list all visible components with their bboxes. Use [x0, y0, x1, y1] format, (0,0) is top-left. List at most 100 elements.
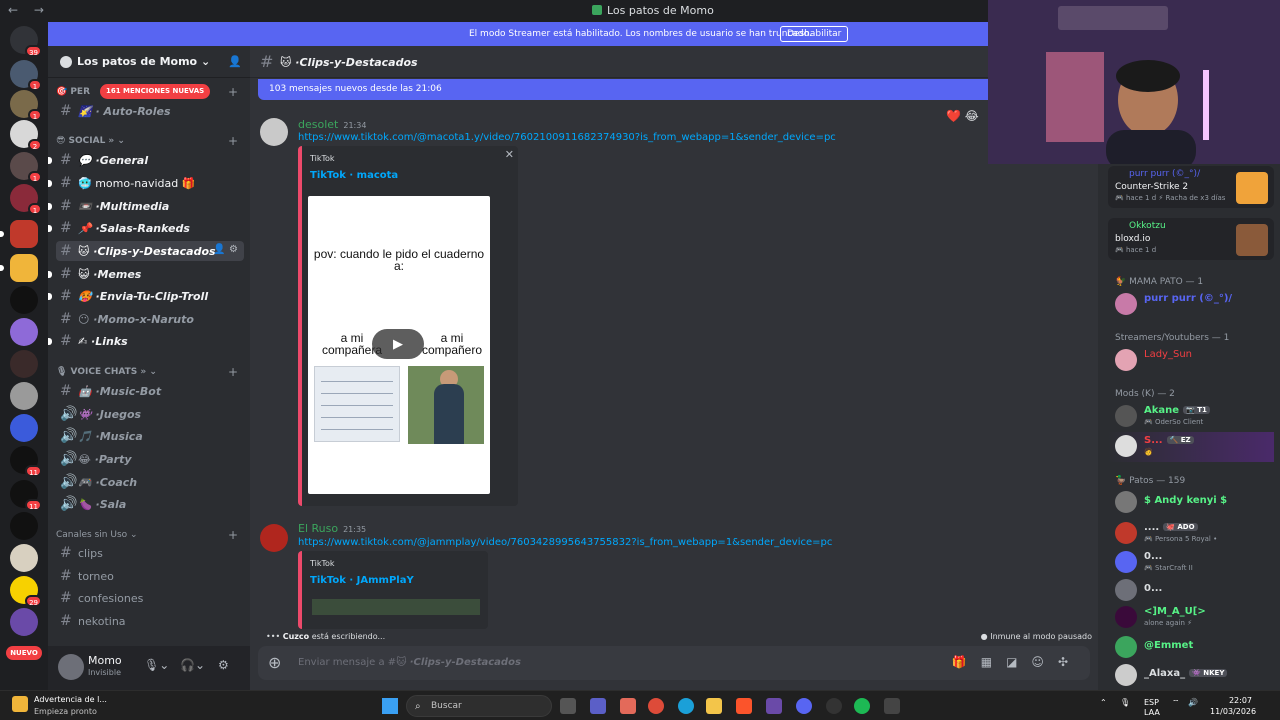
voice-channel-item[interactable]: 🔊 😂 ·Party [56, 449, 244, 469]
member-item[interactable]: purr purr (©_°)/ [1108, 290, 1274, 320]
member-item[interactable]: <]M_A_U[> alone again ⚡ [1108, 603, 1274, 633]
windows-start-icon[interactable] [382, 698, 398, 714]
headphones-icon[interactable]: 🎧⌄ [180, 658, 205, 672]
wifi-icon[interactable]: ⌔ [1172, 698, 1180, 708]
category-social[interactable]: 😎 SOCIAL » ⌄ + [56, 134, 238, 148]
copilot-icon[interactable] [620, 698, 636, 714]
activity-card[interactable]: Okkotzu bloxd.io 🎮 hace 1 d [1108, 218, 1274, 260]
spotify-icon[interactable] [854, 698, 870, 714]
channel-item[interactable]: # 🌠 · Auto-Roles [56, 101, 244, 121]
add-channel-icon[interactable]: + [228, 528, 238, 542]
app-icon[interactable] [766, 698, 782, 714]
avatar[interactable] [260, 524, 288, 552]
server-icon[interactable] [10, 544, 38, 572]
message-link[interactable]: https://www.tiktok.com/@jammplay/video/7… [298, 537, 832, 548]
server-icon[interactable]: 1 [10, 60, 42, 91]
server-icon[interactable]: 1 [10, 152, 42, 183]
server-icon[interactable]: 29 [10, 576, 42, 607]
composer-tools[interactable]: 🎁▦◪☺✣ [952, 655, 1082, 669]
clock[interactable]: 22:07 11/03/2026 [1210, 695, 1256, 717]
voice-channel-item[interactable]: 🔊 🎮 ·Coach [56, 472, 244, 492]
category-unused[interactable]: Canales sin Uso ⌄ + [56, 528, 238, 542]
edge-icon[interactable] [678, 698, 694, 714]
folder-icon[interactable] [706, 698, 722, 714]
voice-channel-item[interactable]: 🔊 👾 ·Juegos [56, 404, 244, 424]
microphone-icon[interactable]: 🎙⌄ [144, 658, 169, 672]
member-item[interactable]: Akane 📷 T1 🎮 OderSo Client [1108, 402, 1274, 432]
server-icon[interactable] [0, 254, 38, 282]
embed-thumbnail[interactable] [312, 599, 480, 615]
tray-chevron-icon[interactable]: ⌃ [1100, 698, 1107, 707]
server-icon[interactable] [10, 350, 38, 378]
add-channel-icon[interactable]: + [228, 85, 238, 99]
brave-icon[interactable] [736, 698, 752, 714]
author-name[interactable]: desolet [298, 118, 338, 131]
author-name[interactable]: El Ruso [298, 522, 338, 535]
category-perfil[interactable]: 🎯 PER + [56, 85, 238, 99]
channel-item[interactable]: # 💬 ·General [48, 150, 244, 170]
member-item[interactable]: 0... [1108, 576, 1274, 606]
server-icon[interactable]: 1 [10, 184, 42, 215]
message-author[interactable]: El Ruso 21:35 [298, 522, 366, 535]
channel-item[interactable]: # ✍ ·Links [48, 331, 244, 351]
server-icon[interactable] [10, 608, 38, 636]
upload-icon[interactable]: ⊕ [268, 653, 281, 672]
chrome-icon[interactable] [648, 698, 664, 714]
channel-item[interactable]: # torneo [56, 566, 244, 586]
username[interactable]: Momo [88, 654, 122, 667]
reactions[interactable]: ❤️ 😂 [946, 109, 979, 123]
server-icon[interactable] [10, 382, 38, 410]
new-badge[interactable]: NUEVO [6, 646, 42, 660]
category-voice[interactable]: 🎙 VOICE CHATS » ⌄ + [56, 365, 238, 379]
calculator-icon[interactable] [884, 698, 900, 714]
message-link[interactable]: https://www.tiktok.com/@macota1.y/video/… [298, 132, 836, 143]
member-item[interactable]: @Emmet [1108, 633, 1274, 663]
member-item[interactable]: Lady_Sun [1108, 346, 1274, 376]
embed-video[interactable]: pov: cuando le pido el cuaderno a: a mi … [308, 196, 490, 494]
channel-item[interactable]: # 📼 ·Multimedia [48, 196, 244, 216]
server-icon[interactable] [0, 220, 38, 248]
nav-arrows[interactable]: ← → [8, 3, 50, 17]
notification-title[interactable]: Advertencia de l... [34, 695, 107, 704]
activity-card[interactable]: purr purr (©_°)/ Counter-Strike 2 🎮 hace… [1108, 166, 1274, 208]
add-channel-icon[interactable]: + [228, 365, 238, 379]
disable-streamer-button[interactable]: Deshabilitar [780, 26, 849, 42]
avatar[interactable] [58, 654, 84, 680]
channel-item[interactable]: # 😶 ·Momo-x-Naruto [56, 309, 244, 329]
member-item[interactable]: S... 🔨 EZ 🧑 [1108, 432, 1274, 462]
volume-icon[interactable]: 🔊 [1188, 698, 1198, 707]
close-icon[interactable]: ✕ [505, 148, 514, 161]
server-icon[interactable]: 11 [10, 480, 42, 511]
member-item[interactable]: _Alaxa_ 👾 NKEY [1108, 661, 1274, 690]
channel-item[interactable]: # confesiones [56, 588, 244, 608]
server-icon[interactable] [10, 318, 38, 346]
channel-item[interactable]: # 🥶 momo-navidad 🎁 [48, 173, 244, 193]
taskbar-search[interactable]: ⌕ Buscar [406, 695, 552, 717]
channel-item[interactable]: # 🥵 ·Envia-Tu-Clip-Troll [48, 286, 244, 306]
teams-icon[interactable] [590, 698, 606, 714]
mentions-badge[interactable]: 161 MENCIONES NUEVAS [100, 84, 211, 99]
home-icon[interactable]: 39 [10, 26, 42, 57]
task-view-icon[interactable] [560, 698, 576, 714]
member-item[interactable]: 0... 🎮 StarCraft II [1108, 548, 1274, 578]
gear-icon[interactable]: ⚙ [218, 658, 229, 672]
voice-channel-item[interactable]: # 🤖 ·Music-Bot [56, 381, 244, 401]
voice-channel-item[interactable]: 🔊 🍆 ·Sala [56, 494, 244, 514]
server-icon[interactable] [10, 286, 38, 314]
language-indicator[interactable]: ESP LAA [1144, 698, 1160, 718]
server-icon[interactable]: 11 [10, 446, 42, 477]
invite-icon[interactable]: 👤 [228, 55, 242, 68]
new-messages-bar[interactable]: 103 mensajes nuevos desde las 21:06 [258, 79, 1090, 100]
message-composer[interactable]: ⊕ Enviar mensaje a #🐱 ·Clips-y-Destacado… [258, 646, 1090, 680]
member-item[interactable]: $ Andy kenyi $ [1108, 488, 1274, 518]
embed-title[interactable]: TikTok · JAmmPlaY [310, 575, 414, 586]
channel-item[interactable]: # 📌 ·Salas-Rankeds [48, 218, 244, 238]
server-icon[interactable]: 1 [10, 90, 42, 121]
message-author[interactable]: desolet 21:34 [298, 118, 366, 131]
server-icon[interactable]: 2 [10, 120, 42, 151]
member-item[interactable]: .... 🐙 ADO 🎮 Persona 5 Royal • [1108, 519, 1274, 549]
channel-item[interactable]: # 😺 ·Memes [48, 264, 244, 284]
add-channel-icon[interactable]: + [228, 134, 238, 148]
obs-icon[interactable] [826, 698, 842, 714]
channel-item[interactable]: # clips [56, 543, 244, 563]
